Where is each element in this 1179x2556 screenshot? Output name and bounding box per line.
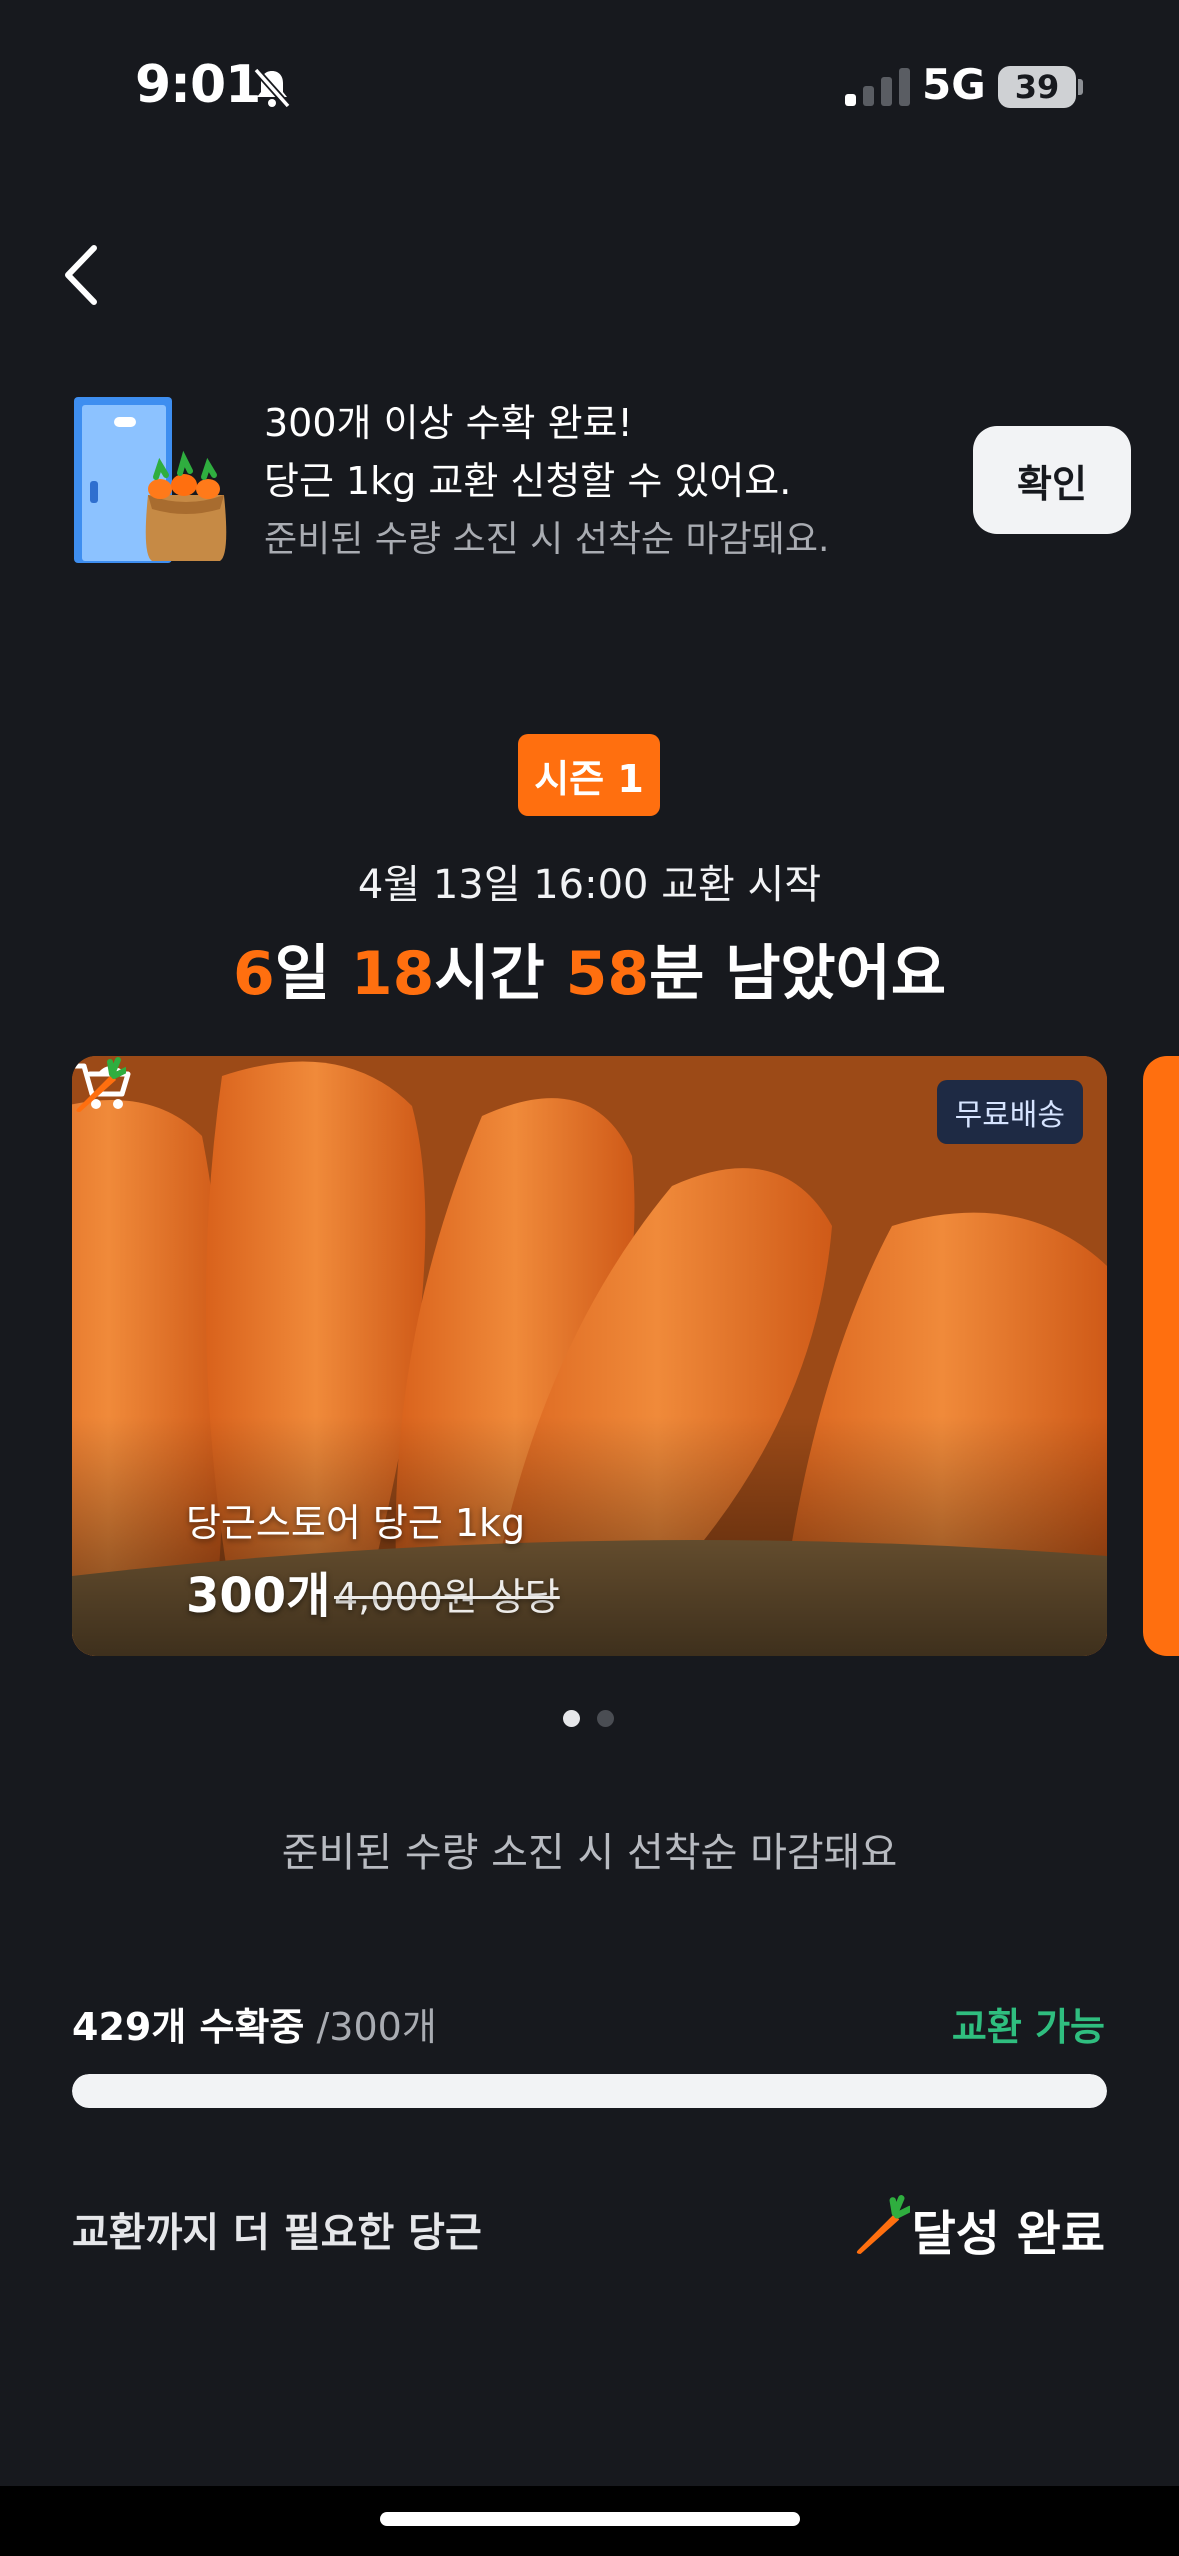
battery-cap: [1078, 79, 1083, 95]
carrot-icon: [856, 2195, 910, 2254]
product-card[interactable]: 무료배송 당근스토어 당근 1kg 300개 4,000원 상당: [72, 1056, 1107, 1656]
banner-note: 준비된 수량 소진 시 선착순 마감돼요.: [264, 519, 830, 560]
product-price: 300개: [186, 1568, 331, 1624]
product-original-price: 4,000원 상당: [334, 1575, 560, 1619]
carousel-indicator: [563, 1710, 623, 1728]
harvest-count: 429개 수확중: [72, 2005, 305, 2049]
harvest-goal: /300개: [304, 2005, 437, 2049]
next-product-card[interactable]: [1143, 1056, 1179, 1656]
banner-subtitle: 당근 1kg 교환 신청할 수 있어요.: [264, 459, 792, 503]
countdown-minutes-unit: 분 남았어요: [649, 939, 947, 1009]
battery-level: 39: [998, 66, 1076, 108]
back-button[interactable]: [58, 240, 108, 310]
countdown: 6일 18시간 58분 남았어요: [0, 925, 1179, 1012]
bell-slash-icon: [253, 67, 291, 109]
status-time: 9:01: [135, 55, 261, 115]
door-carrot-sack-icon: [74, 397, 227, 563]
harvest-progress-fill: [72, 2074, 1107, 2108]
product-name: 당근스토어 당근 1kg: [186, 1501, 526, 1545]
signal-icon: [845, 66, 913, 106]
countdown-hours: 18: [350, 939, 435, 1009]
confirm-button[interactable]: 확인: [973, 426, 1131, 534]
carousel-dot: [597, 1710, 614, 1727]
harvest-progress-label: 429개 수확중 /300개: [72, 1996, 437, 2051]
exchange-status: 교환 가능: [951, 2005, 1105, 2049]
banner-title: 300개 이상 수확 완료!: [264, 401, 633, 445]
countdown-days: 6: [232, 939, 275, 1009]
carousel-dot-active: [563, 1710, 580, 1727]
countdown-days-unit: 일: [274, 939, 351, 1009]
carrot-icon: [76, 1057, 126, 1112]
countdown-hours-unit: 시간: [434, 939, 566, 1009]
exchange-start-text: 4월 13일 16:00 교환 시작: [357, 862, 822, 908]
carrots-needed-label: 교환까지 더 필요한 당근: [72, 2210, 482, 2256]
first-come-note: 준비된 수량 소진 시 선착순 마감돼요: [281, 1830, 898, 1876]
free-shipping-badge: 무료배송: [936, 1080, 1083, 1144]
carrots-needed-value: 달성 완료: [911, 2206, 1105, 2262]
countdown-minutes: 58: [565, 939, 650, 1009]
harvest-progress-bar: [72, 2074, 1107, 2108]
home-indicator[interactable]: [380, 2512, 800, 2526]
network-type: 5G: [922, 60, 986, 109]
season-badge: 시즌 1: [518, 734, 660, 816]
